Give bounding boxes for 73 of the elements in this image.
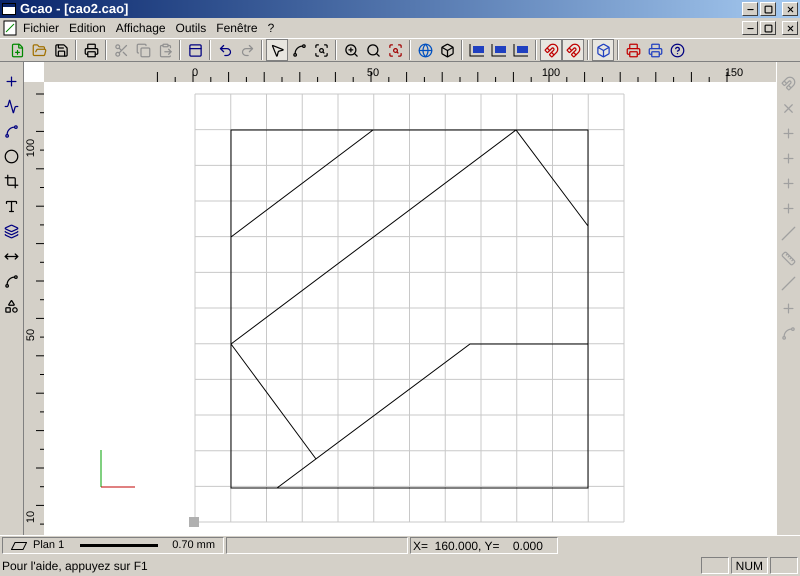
fillet-icon: [4, 274, 19, 288]
view-3d-icon: [596, 42, 610, 58]
magnet-grid-button[interactable]: [540, 39, 562, 61]
magnet-button[interactable]: [562, 39, 584, 61]
plane-label: Plan 1: [33, 538, 64, 554]
plane-icon: [11, 542, 27, 550]
menu-item[interactable]: ?: [262, 19, 280, 37]
plane-yz-icon: [512, 42, 530, 58]
view-3d-button[interactable]: [592, 39, 614, 61]
plot-3d-icon: [648, 42, 662, 58]
points-icon: [4, 74, 19, 88]
close-icon: [786, 4, 794, 14]
plot-icon: [626, 42, 640, 58]
ruler-icon: [781, 250, 796, 266]
tangent-icon: [781, 326, 796, 340]
polyline-icon: [4, 98, 19, 114]
zoom-window-icon: [314, 42, 328, 58]
restore-icon: [764, 4, 772, 14]
plane-xy-icon: [468, 42, 486, 58]
undo-icon: [218, 42, 232, 58]
hatch-icon: [4, 224, 19, 238]
paste-icon: [158, 42, 172, 58]
menu-item[interactable]: Affichage: [110, 19, 171, 37]
minimize-button[interactable]: [742, 2, 758, 16]
coordinates-label: X= 160.000, Y= 0.000: [413, 538, 543, 554]
document-icon: [2, 20, 18, 36]
cube-icon: [440, 42, 454, 58]
help-pointer-icon: [670, 42, 684, 58]
select-icon: [270, 42, 284, 58]
window-icon: [188, 42, 202, 58]
close-button[interactable]: [782, 21, 798, 35]
minimize-button[interactable]: [742, 21, 758, 35]
print-icon: [84, 42, 98, 58]
select-button[interactable]: [266, 39, 288, 61]
menu-item[interactable]: Fichier: [18, 19, 64, 37]
axes-icon: [100, 450, 136, 488]
curve-select-icon: [292, 42, 306, 58]
menu-item[interactable]: Fenêtre: [211, 19, 263, 37]
status-indicator: NUM: [730, 557, 768, 574]
snap-icon: [781, 76, 796, 90]
arc-icon: [4, 124, 19, 138]
plane-xz-icon: [490, 42, 508, 58]
redo-icon: [240, 42, 254, 58]
search-icon: [366, 42, 380, 58]
window-icon: [2, 3, 16, 15]
rectangle-icon: [4, 174, 19, 188]
magnet-grid-icon: [544, 42, 558, 58]
status-indicator-panel: [770, 557, 798, 574]
magnet-icon: [566, 42, 580, 58]
ruler-left: 100 50 10: [24, 82, 44, 535]
menu-item[interactable]: Outils: [170, 19, 212, 37]
help-text: Pour l'aide, appuyez sur F1: [2, 558, 148, 574]
globe-icon: [418, 42, 432, 58]
window-title: Gcao - [cao2.cao]: [20, 0, 128, 18]
origin-marker: [189, 517, 199, 527]
close-button[interactable]: [782, 2, 798, 16]
restore-button[interactable]: [760, 2, 776, 16]
save-icon: [54, 42, 68, 58]
copy-icon: [136, 42, 150, 58]
circle-icon: [4, 148, 19, 164]
new-file-icon: [10, 42, 24, 58]
status-indicator-panel: [700, 557, 729, 574]
text-icon: [4, 198, 19, 214]
cut-icon: [114, 42, 128, 58]
zoom-extents-icon: [388, 42, 402, 58]
restore-button[interactable]: [760, 21, 776, 35]
line-width-label: 0.70 mm: [172, 538, 215, 554]
restore-icon: [764, 24, 772, 32]
shape-icon: [4, 298, 19, 314]
zoom-icon: [344, 42, 358, 58]
open-icon: [32, 42, 46, 58]
close-icon: [786, 24, 794, 32]
menu-item[interactable]: Edition: [64, 19, 111, 37]
